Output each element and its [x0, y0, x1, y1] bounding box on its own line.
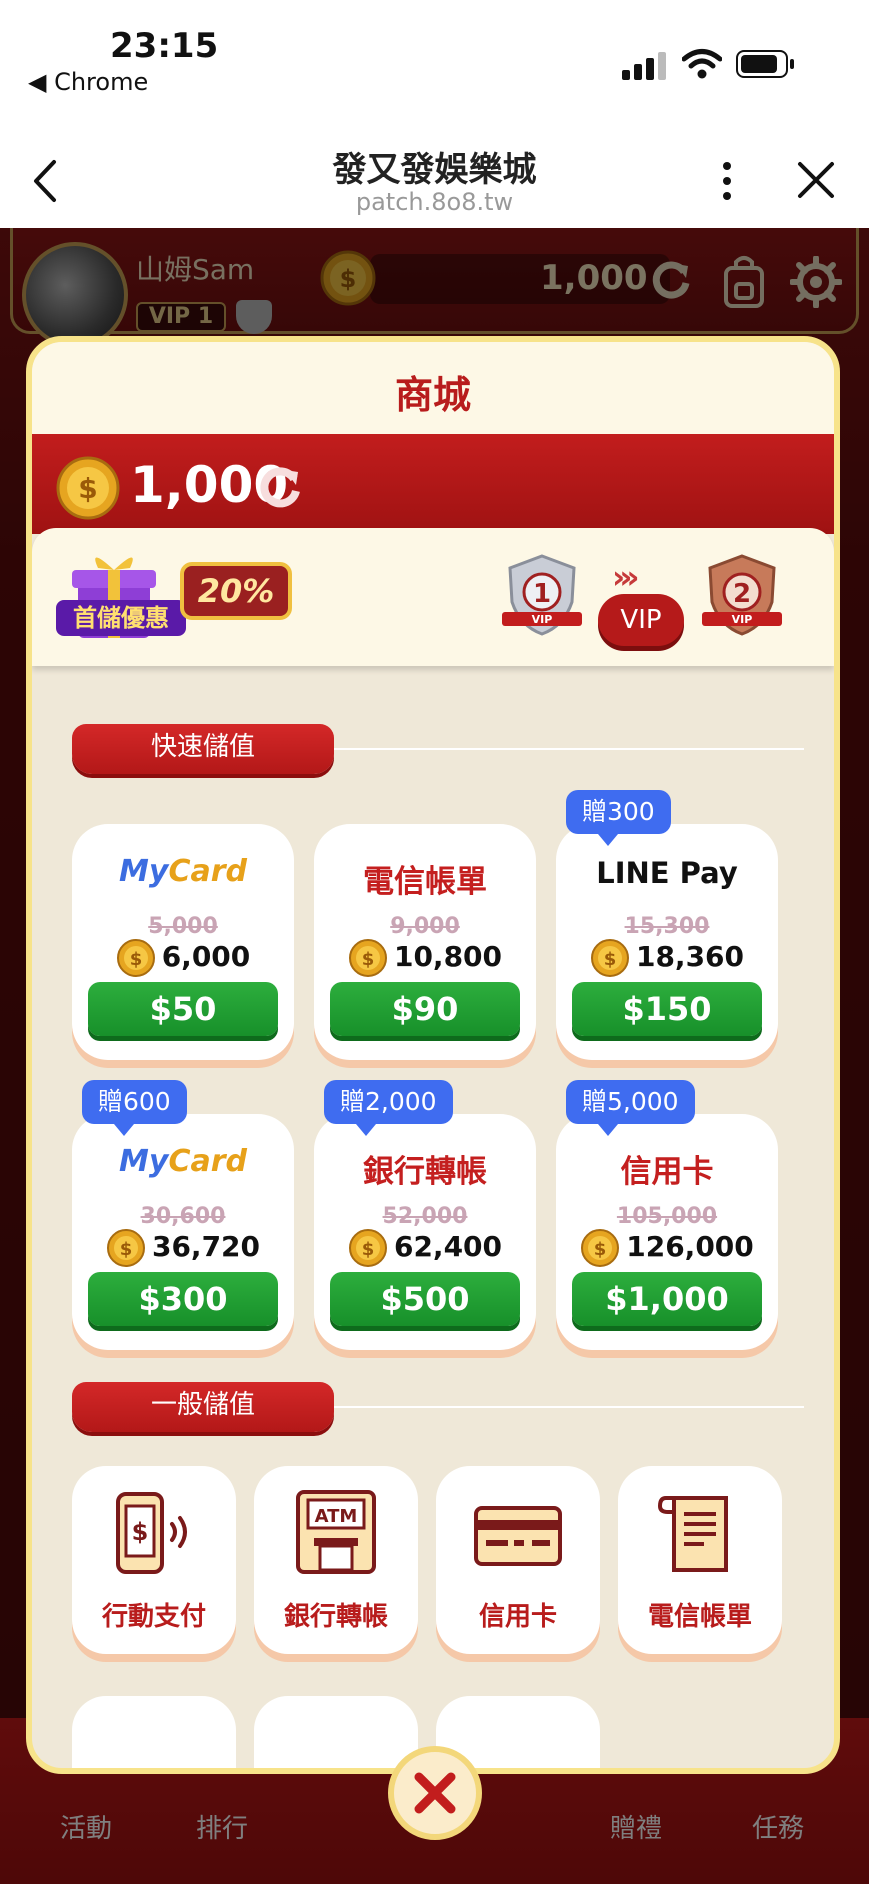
- atm-icon: ATM: [296, 1490, 376, 1574]
- coin-icon: $: [56, 456, 120, 520]
- svg-text:$: $: [132, 1518, 149, 1546]
- coin-icon: $: [348, 1229, 387, 1267]
- original-amount: 52,000: [382, 1204, 468, 1229]
- bonus-amount-row: $126,000: [556, 1228, 778, 1268]
- buy-button[interactable]: $1,000: [572, 1272, 762, 1326]
- quick-card-linepay-150[interactable]: LINE Pay 15,300 $18,360 $150: [556, 824, 778, 1060]
- more-options-button[interactable]: [710, 158, 744, 204]
- bonus-amount-row: $6,000: [72, 938, 294, 978]
- refresh-icon[interactable]: [258, 464, 302, 510]
- svg-text:$: $: [120, 1239, 133, 1260]
- original-amount: 9,000: [390, 914, 460, 939]
- coin-icon: $: [590, 939, 629, 977]
- coin-icon: $: [581, 1229, 620, 1267]
- vip1-shield-icon: 1 VIP: [502, 554, 582, 636]
- buy-button[interactable]: $150: [572, 982, 762, 1036]
- modal-title: 商城: [394, 373, 471, 417]
- original-amount: 5,000: [148, 914, 218, 939]
- buy-button[interactable]: $500: [330, 1272, 520, 1326]
- original-amount: 105,000: [616, 1204, 718, 1229]
- close-icon: [414, 1772, 456, 1814]
- payment-method-label: 銀行轉帳: [363, 1154, 487, 1190]
- svg-text:$: $: [78, 472, 97, 505]
- coin-icon: $: [116, 939, 155, 977]
- cellular-signal-icon: [622, 52, 666, 80]
- pay-method-label: 行動支付: [101, 1602, 206, 1632]
- vip-next-level: 2: [733, 579, 751, 609]
- pay-method-telecom[interactable]: 電信帳單: [618, 1466, 782, 1654]
- pay-method-mobile[interactable]: $ 行動支付: [72, 1466, 236, 1654]
- close-browser-button[interactable]: [794, 158, 838, 202]
- back-to-app-link[interactable]: ◀ Chrome: [28, 68, 148, 96]
- bonus-tag: 贈600: [82, 1080, 187, 1136]
- browser-header: 發又發娛樂城 patch.8o8.tw: [0, 100, 869, 228]
- payment-method-label: 電信帳單: [363, 864, 487, 900]
- quick-card-mycard-50[interactable]: MyCard 5,000 $6,000 $50: [72, 824, 294, 1060]
- mycard-logo: MyCard: [119, 854, 247, 889]
- promo-percent-badge: 20%: [180, 562, 292, 620]
- svg-text:ATM: ATM: [315, 1506, 358, 1527]
- buy-button[interactable]: $50: [88, 982, 278, 1036]
- quick-card-bank-500[interactable]: 銀行轉帳 52,000 $62,400 $500: [314, 1114, 536, 1350]
- quick-card-creditcard-1000[interactable]: 信用卡 105,000 $126,000 $1,000: [556, 1114, 778, 1350]
- vip-button[interactable]: VIP: [598, 594, 684, 646]
- vip2-shield-text: VIP: [732, 613, 753, 626]
- pay-method-label: 銀行轉帳: [283, 1602, 388, 1632]
- pay-method-card[interactable]: [254, 1696, 418, 1768]
- close-modal-button[interactable]: [388, 1746, 482, 1840]
- bonus-amount-row: $62,400: [314, 1228, 536, 1268]
- pay-method-label: 信用卡: [478, 1602, 557, 1632]
- section-divider: [334, 1406, 804, 1408]
- vip1-shield-text: VIP: [532, 613, 553, 626]
- original-amount: 15,300: [624, 914, 710, 939]
- vip-current-level: 1: [533, 579, 551, 609]
- pay-method-label: 電信帳單: [647, 1602, 752, 1632]
- quick-topup-section-title: 快速儲值: [72, 724, 334, 774]
- mobile-payment-icon: $: [116, 1492, 187, 1574]
- pay-method-bank[interactable]: ATM 銀行轉帳: [254, 1466, 418, 1654]
- bonus-amount-row: $18,360: [556, 938, 778, 978]
- bonus-amount-row: $36,720: [72, 1228, 294, 1268]
- credit-card-icon: [474, 1506, 562, 1566]
- section-divider: [334, 748, 804, 750]
- buy-button[interactable]: $90: [330, 982, 520, 1036]
- svg-text:$: $: [129, 949, 142, 970]
- status-bar: 23:15 ◀ Chrome: [0, 0, 869, 100]
- quick-card-mycard-300[interactable]: MyCard 30,600 $36,720 $300: [72, 1114, 294, 1350]
- bonus-tag: 贈5,000: [566, 1080, 695, 1136]
- vip-progress-arrows: ›››: [612, 558, 639, 596]
- original-amount: 30,600: [140, 1204, 226, 1229]
- general-topup-section-title: 一般儲值: [72, 1382, 334, 1432]
- vip2-shield-icon: 2 VIP: [702, 554, 782, 636]
- wifi-icon: [682, 49, 722, 79]
- payment-method-label: 信用卡: [620, 1154, 714, 1190]
- modal-header: 商城: [32, 342, 834, 434]
- bonus-tag: 贈2,000: [324, 1080, 453, 1136]
- quick-card-telecom-90[interactable]: 電信帳單 9,000 $10,800 $90: [314, 824, 536, 1060]
- bonus-tag: 贈300: [566, 790, 671, 846]
- promo-banner: % 首儲優惠 20% 1 VIP ››› VIP 2 VIP: [32, 528, 834, 666]
- svg-text:$: $: [604, 949, 617, 970]
- bonus-amount-row: $10,800: [314, 938, 536, 978]
- svg-text:$: $: [362, 1239, 375, 1260]
- battery-icon: [736, 50, 794, 78]
- pay-method-creditcard[interactable]: 信用卡: [436, 1466, 600, 1654]
- coin-icon: $: [106, 1229, 145, 1267]
- coin-icon: $: [348, 939, 387, 977]
- svg-text:$: $: [362, 949, 375, 970]
- linepay-logo: LINE Pay: [596, 856, 738, 890]
- mycard-logo: MyCard: [119, 1144, 247, 1179]
- first-deposit-promo-label[interactable]: 首儲優惠: [56, 600, 186, 636]
- svg-text:$: $: [594, 1239, 607, 1260]
- shop-modal: 商城 $ 1,000 % 首儲優惠 20% 1 VIP ››› VIP: [26, 336, 840, 1774]
- bill-scroll-icon: [657, 1496, 728, 1572]
- clock: 23:15: [110, 26, 219, 66]
- pay-method-card[interactable]: [72, 1696, 236, 1768]
- buy-button[interactable]: $300: [88, 1272, 278, 1326]
